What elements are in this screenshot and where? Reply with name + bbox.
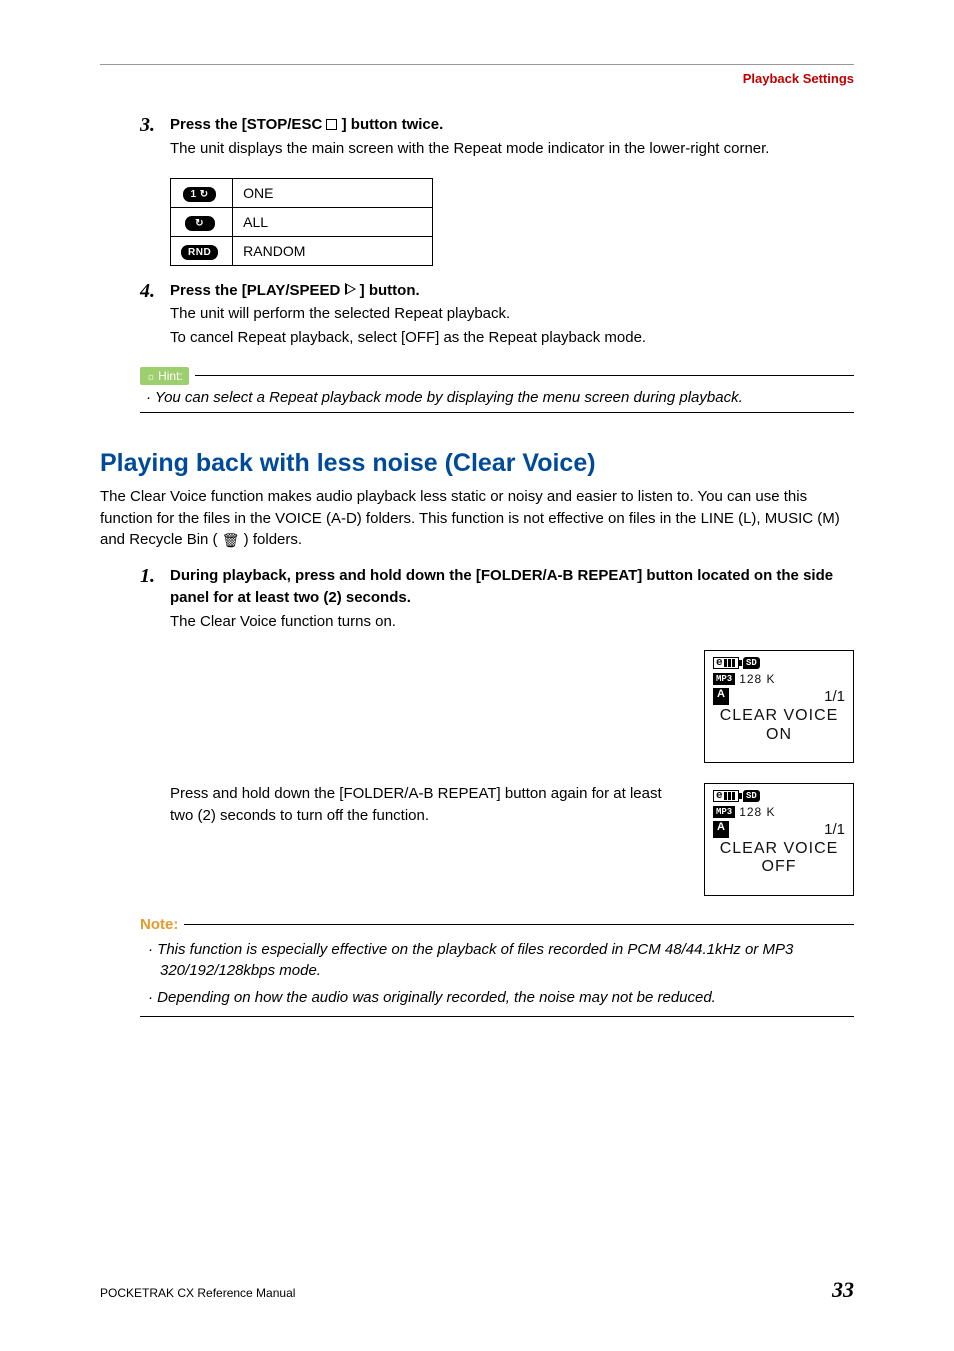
lcd-msg-line2: ON — [713, 726, 845, 744]
step-3-number: 3. — [140, 114, 170, 160]
step-3: 3. Press the [STOP/ESC ] button twice. T… — [140, 114, 854, 160]
table-row: ↻ ALL — [171, 207, 433, 236]
lcd-msg-line1: CLEAR VOICE — [713, 707, 845, 725]
table-row: 1 ↻ ONE — [171, 178, 433, 207]
bitrate-label: 128 K — [739, 805, 775, 819]
lcd-msg-line2: OFF — [713, 858, 845, 876]
repeat-all-label: ALL — [233, 207, 433, 236]
hint-badge: Hint: — [140, 367, 189, 385]
step-4: 4. Press the [PLAY/SPEED ] button. The u… — [140, 280, 854, 349]
battery-icon: e — [713, 657, 739, 669]
header-section: Playback Settings — [100, 71, 854, 86]
page-footer: POCKETRAK CX Reference Manual 33 — [100, 1277, 854, 1303]
lcd-msg-line1: CLEAR VOICE — [713, 840, 845, 858]
note-block: Note: · This function is especially effe… — [140, 916, 854, 1017]
repeat-rnd-label: RANDOM — [233, 236, 433, 265]
hint-rule-top — [195, 375, 854, 376]
hint-rule-bottom — [140, 412, 854, 413]
note-bullet-1: · This function is especially effective … — [140, 939, 854, 981]
step-1-desc: The Clear Voice function turns on. — [170, 611, 854, 633]
table-row: RND RANDOM — [171, 236, 433, 265]
folder-icon: A — [713, 688, 729, 705]
step-4-number: 4. — [140, 280, 170, 349]
header-rule — [100, 64, 854, 65]
repeat-rnd-icon: RND — [181, 245, 218, 260]
clear-voice-off-row: Press and hold down the [FOLDER/A-B REPE… — [170, 783, 854, 896]
step-1-number: 1. — [140, 565, 170, 632]
note-rule-bottom — [140, 1016, 854, 1017]
step-4-desc1: The unit will perform the selected Repea… — [170, 303, 854, 325]
step-3-desc: The unit displays the main screen with t… — [170, 138, 854, 160]
step-4-desc2: To cancel Repeat playback, select [OFF] … — [170, 327, 854, 349]
stop-icon — [326, 119, 337, 130]
repeat-one-label: ONE — [233, 178, 433, 207]
mp3-icon: MP3 — [713, 806, 735, 818]
file-counter: 1/1 — [824, 688, 845, 705]
sd-icon: SD — [743, 790, 760, 802]
play-icon — [345, 283, 356, 295]
repeat-all-icon: ↻ — [185, 216, 215, 231]
step-3-title: Press the [STOP/ESC ] button twice. — [170, 116, 443, 133]
bitrate-label: 128 K — [739, 672, 775, 686]
repeat-mode-table: 1 ↻ ONE ↻ ALL RND RANDOM — [170, 178, 433, 266]
lcd-screen-off: e SD MP3 128 K A 1/1 CLEAR VOICE OFF — [704, 783, 854, 896]
section-clear-voice-title: Playing back with less noise (Clear Voic… — [100, 449, 854, 478]
trash-icon: 🗑 — [222, 530, 240, 550]
section-clear-voice-para: The Clear Voice function makes audio pla… — [100, 486, 854, 551]
press-again-text: Press and hold down the [FOLDER/A-B REPE… — [170, 783, 684, 896]
footer-left: POCKETRAK CX Reference Manual — [100, 1286, 295, 1300]
repeat-one-icon: 1 ↻ — [183, 187, 215, 202]
mp3-icon: MP3 — [713, 673, 735, 685]
folder-icon: A — [713, 821, 729, 838]
note-bullet-2: · Depending on how the audio was origina… — [140, 987, 854, 1008]
hint-text: · You can select a Repeat playback mode … — [140, 389, 854, 406]
battery-icon: e — [713, 790, 739, 802]
page-number: 33 — [832, 1277, 854, 1303]
sd-icon: SD — [743, 657, 760, 669]
lcd-screen-on: e SD MP3 128 K A 1/1 CLEAR VOICE ON — [704, 650, 854, 763]
file-counter: 1/1 — [824, 821, 845, 838]
note-rule-top — [184, 924, 854, 925]
note-label: Note: — [140, 916, 178, 933]
clear-voice-on-row: e SD MP3 128 K A 1/1 CLEAR VOICE ON — [170, 650, 854, 763]
step-1: 1. During playback, press and hold down … — [140, 565, 854, 632]
step-4-title: Press the [PLAY/SPEED ] button. — [170, 282, 420, 299]
hint-block: Hint: · You can select a Repeat playback… — [140, 367, 854, 413]
step-1-title: During playback, press and hold down the… — [170, 567, 833, 606]
